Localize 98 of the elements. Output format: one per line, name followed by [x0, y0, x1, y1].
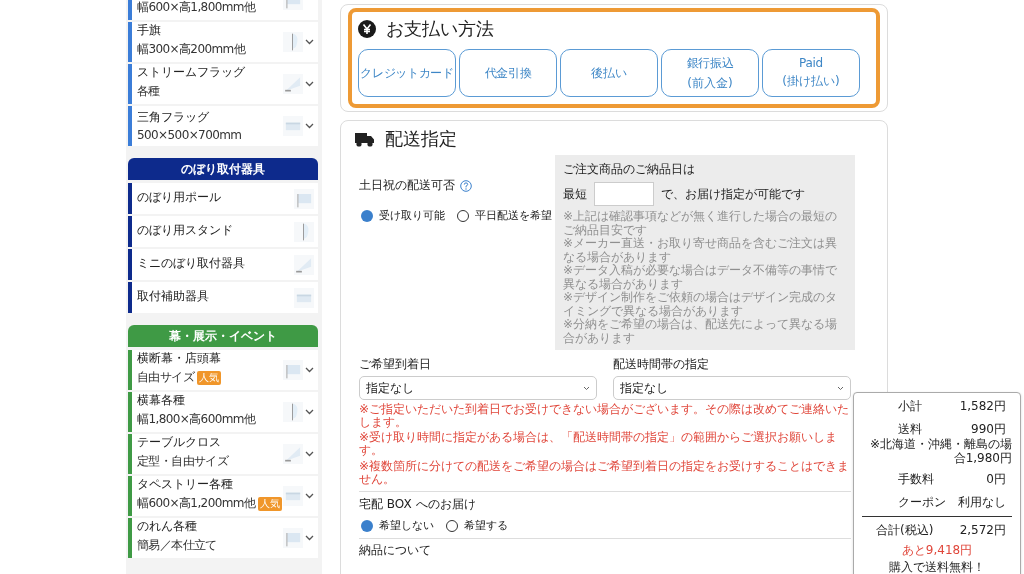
radio-label: 希望しない — [379, 518, 434, 533]
item-subtitle: 定型・自由サイズ — [137, 453, 229, 470]
summary-value: 0円 — [986, 471, 1006, 488]
lead-time-note: ※分納をご希望の場合は、配送先によって異なる場合があります — [563, 318, 839, 345]
radio-label: 受け取り可能 — [379, 208, 445, 223]
item-subtitle: 幅600×高1,200mm他 — [137, 495, 256, 512]
lead-time-note: ※データ入稿が必要な場合はデータ不備等の事情で異なる場合があります — [563, 264, 839, 291]
radio-button[interactable] — [361, 519, 373, 532]
sidebar-item[interactable]: 横断幕・店頭幕 自由サイズ 人気 — [128, 350, 318, 390]
chevron-icon[interactable] — [305, 367, 314, 373]
category-header: のぼり取付器具 — [128, 158, 318, 180]
sidebar-item[interactable]: 手旗 幅300×高200mm他 — [128, 22, 318, 62]
lead-time-text: で、お届け指定が可能です — [661, 185, 805, 203]
warning-text: ※複数箇所に分けての配送をご希望の場合はご希望到着日の指定をお受けすることはできません。 — [359, 460, 851, 486]
summary-value: 1,582円 — [959, 398, 1006, 415]
field-label: 宅配 BOX へのお届け — [359, 496, 477, 513]
chevron-icon[interactable] — [305, 493, 314, 499]
warning-text: ※受け取り時間に指定がある場合は、「配送時間帯の指定」の範囲からご選択お願いします。 — [359, 431, 839, 457]
item-label: 取付補助器具 — [137, 288, 210, 305]
field-label: 土日祝の配送可否 — [359, 177, 455, 194]
payment-option-button[interactable]: 銀行振込 (前入金) — [661, 49, 759, 97]
lead-time-prefix: 最短 — [563, 185, 587, 203]
item-label: のれん各種 — [137, 518, 198, 535]
sidebar-item[interactable]: テーブルクロス 定型・自由サイズ — [128, 434, 318, 474]
category-header: 幕・展示・イベント — [128, 325, 318, 347]
item-label: 横断幕・店頭幕 — [137, 350, 222, 367]
item-label: ストリームフラッグ — [137, 64, 246, 81]
item-label: 三角フラッグ — [137, 109, 210, 126]
sidebar-item[interactable]: のぼり用ポール — [128, 183, 318, 214]
chevron-icon[interactable] — [305, 409, 314, 415]
item-subtitle: 各種 — [137, 83, 160, 100]
item-label: 横幕各種 — [137, 392, 186, 409]
lead-time-note: ※メーカー直送・お取り寄せ商品を含むご注文は異なる場合があります — [563, 237, 839, 264]
chevron-icon[interactable] — [305, 81, 314, 87]
radio-label: 平日配送を希望 — [475, 208, 552, 223]
lead-time-heading: ご注文商品のご納品日は — [563, 161, 696, 178]
item-label: タペストリー各種 — [137, 476, 234, 493]
item-label: のぼり用ポール — [137, 189, 222, 206]
help-icon[interactable] — [460, 179, 472, 192]
summary-value: 利用なし — [958, 494, 1006, 511]
payment-option-button[interactable]: Paid (掛け払い) — [762, 49, 860, 97]
sidebar-item[interactable]: 幅600×高1,800mm他 — [128, 0, 318, 20]
radio-label: 希望する — [464, 518, 508, 533]
warning-text: ※ご指定いただいた到着日でお受けできない場合がございます。その際は改めてご連絡いたします。 — [359, 403, 851, 429]
item-subtitle: 500×500×700mm — [137, 128, 242, 142]
yen-icon — [358, 20, 376, 38]
sidebar-item[interactable]: 三角フラッグ 500×500×700mm — [128, 106, 318, 146]
payment-option-button[interactable]: クレジットカード — [358, 49, 456, 97]
payment-option-button[interactable]: 後払い — [560, 49, 658, 97]
chevron-icon — [583, 385, 590, 391]
section-title: 配送指定 — [385, 127, 457, 151]
field-label: 配送時間帯の指定 — [613, 356, 710, 373]
truck-icon — [355, 131, 375, 147]
item-subtitle: 幅600×高1,800mm他 — [137, 0, 256, 16]
free-shipping-text: 購入で送料無料！ — [889, 559, 985, 574]
summary-label: 手数料 — [898, 471, 934, 488]
item-subtitle: 幅1,800×高600mm他 — [137, 411, 256, 428]
radio-button[interactable] — [457, 209, 469, 222]
item-label: ミニのぼり取付器具 — [137, 255, 246, 272]
summary-value: 990円 — [971, 421, 1006, 438]
popular-badge: 人気 — [258, 496, 283, 511]
sidebar-item[interactable]: ミニのぼり取付器具 — [128, 249, 318, 280]
field-label: ご希望到着日 — [359, 356, 432, 373]
remaining-amount: あと9,418円 — [901, 542, 973, 559]
chevron-icon[interactable] — [305, 123, 314, 129]
sidebar-item[interactable]: ストリームフラッグ 各種 — [128, 64, 318, 104]
sidebar-item[interactable]: 横幕各種 幅1,800×高600mm他 — [128, 392, 318, 432]
item-subtitle: 簡易／本仕立て — [137, 537, 217, 554]
sidebar-item[interactable]: 取付補助器具 — [128, 282, 318, 313]
sidebar-item[interactable]: のれん各種 簡易／本仕立て — [128, 518, 318, 558]
lead-time-note: ※デザイン制作をご依頼の場合はデザイン完成のタイミングで異なる場合があります — [563, 291, 839, 318]
item-label: のぼり用スタンド — [137, 222, 234, 239]
popular-badge: 人気 — [197, 370, 221, 385]
item-label: 手旗 — [137, 22, 162, 39]
shipping-note: ※北海道・沖縄・離島の場合1,980円 — [868, 438, 1012, 465]
item-subtitle: 幅300×高200mm他 — [137, 41, 246, 58]
payment-option-button[interactable]: 代金引換 — [459, 49, 557, 97]
section-title: お支払い方法 — [386, 17, 494, 41]
section-heading: 納品について — [359, 542, 432, 559]
item-label: テーブルクロス — [137, 434, 222, 451]
sidebar-item[interactable]: タペストリー各種 幅600×高1,200mm他 人気 — [128, 476, 318, 516]
item-subtitle: 自由サイズ — [137, 369, 194, 386]
sidebar-item[interactable]: のぼり用スタンド — [128, 216, 318, 247]
chevron-icon — [837, 385, 844, 391]
chevron-icon[interactable] — [305, 451, 314, 457]
date-field — [594, 182, 654, 206]
summary-label: 小計 — [898, 398, 922, 415]
chevron-icon[interactable] — [305, 39, 314, 45]
select-field[interactable]: 指定なし — [359, 376, 597, 400]
total-value: 2,572円 — [959, 522, 1006, 539]
radio-button[interactable] — [446, 519, 458, 532]
chevron-icon[interactable] — [305, 535, 314, 541]
radio-button[interactable] — [361, 209, 373, 222]
select-field[interactable]: 指定なし — [613, 376, 851, 400]
total-label: 合計(税込) — [876, 522, 934, 539]
summary-label: 送料 — [898, 421, 922, 438]
lead-time-note: ※上記は確認事項などが無く進行した場合の最短のご納品目安です — [563, 210, 839, 237]
summary-label: クーポン — [898, 494, 946, 511]
